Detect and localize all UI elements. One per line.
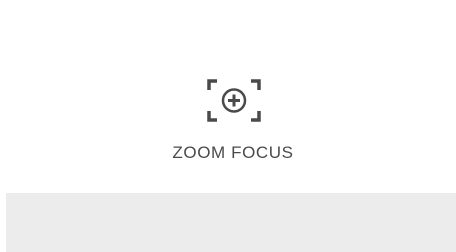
- bottom-panel: [6, 193, 456, 252]
- zoom-focus-icon: [207, 79, 261, 122]
- zoom-focus-label: ZOOM FOCUS: [172, 143, 294, 162]
- feature-panel: ZOOM FOCUS: [0, 0, 456, 193]
- zoom-focus-button[interactable]: ZOOM FOCUS: [150, 68, 316, 172]
